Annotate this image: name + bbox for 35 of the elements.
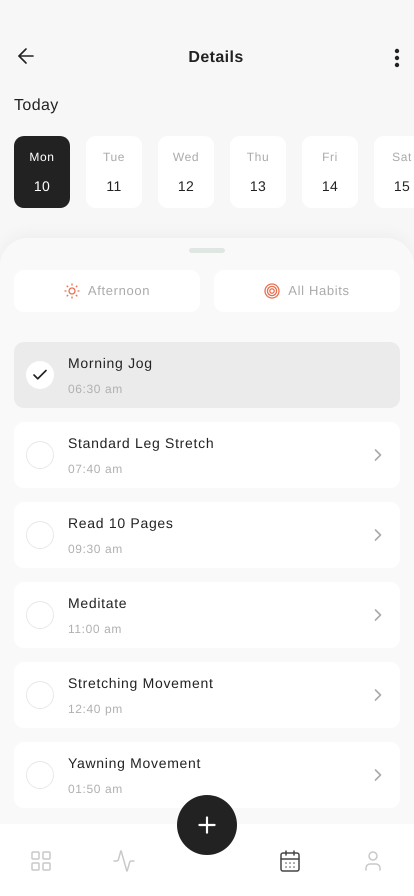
habit-row[interactable]: Stretching Movement 12:40 pm [14, 662, 400, 728]
checkbox[interactable] [26, 361, 54, 389]
habit-row[interactable]: Meditate 11:00 am [14, 582, 400, 648]
habit-row[interactable]: Yawning Movement 01:50 am [14, 742, 400, 808]
habit-time: 11:00 am [68, 620, 123, 638]
habit-name: Standard Leg Stretch [68, 434, 216, 453]
day-tab[interactable]: Thu 13 [230, 136, 286, 208]
drag-handle[interactable] [189, 248, 225, 253]
day-tab[interactable]: Mon 10 [14, 136, 70, 208]
pulse-icon[interactable] [112, 849, 136, 873]
page-title: Details [188, 48, 244, 68]
habit-time: 07:40 am [68, 460, 124, 478]
habit-time: 06:30 am [68, 380, 124, 398]
day-tab[interactable]: Fri 14 [302, 136, 358, 208]
habit-name: Read 10 Pages [68, 514, 175, 533]
grid-icon[interactable] [29, 849, 54, 873]
day-tab[interactable]: Tue 11 [86, 136, 142, 208]
habit-name: Yawning Movement [68, 754, 202, 773]
habit-row[interactable]: Read 10 Pages 09:30 am [14, 502, 400, 568]
calendar-icon[interactable] [278, 849, 302, 873]
habit-time: 09:30 am [68, 540, 124, 558]
sun-icon [64, 283, 80, 299]
more-icon [394, 48, 400, 68]
habit-time: 12:40 pm [68, 700, 124, 718]
habit-row[interactable]: Standard Leg Stretch 07:40 am [14, 422, 400, 488]
target-icon [264, 283, 280, 299]
habit-time: 01:50 am [68, 780, 124, 798]
day-tab[interactable]: Sat 15 [374, 136, 414, 208]
habit-name: Meditate [68, 594, 128, 612]
section-title: Today [14, 97, 59, 114]
day-tab[interactable]: Wed 12 [158, 136, 214, 208]
habit-name: Morning Jog [68, 354, 154, 373]
habit-name: Stretching Movement [68, 674, 215, 693]
habit-row[interactable]: Morning Jog 06:30 am [14, 342, 400, 408]
more-button[interactable] [392, 46, 402, 70]
